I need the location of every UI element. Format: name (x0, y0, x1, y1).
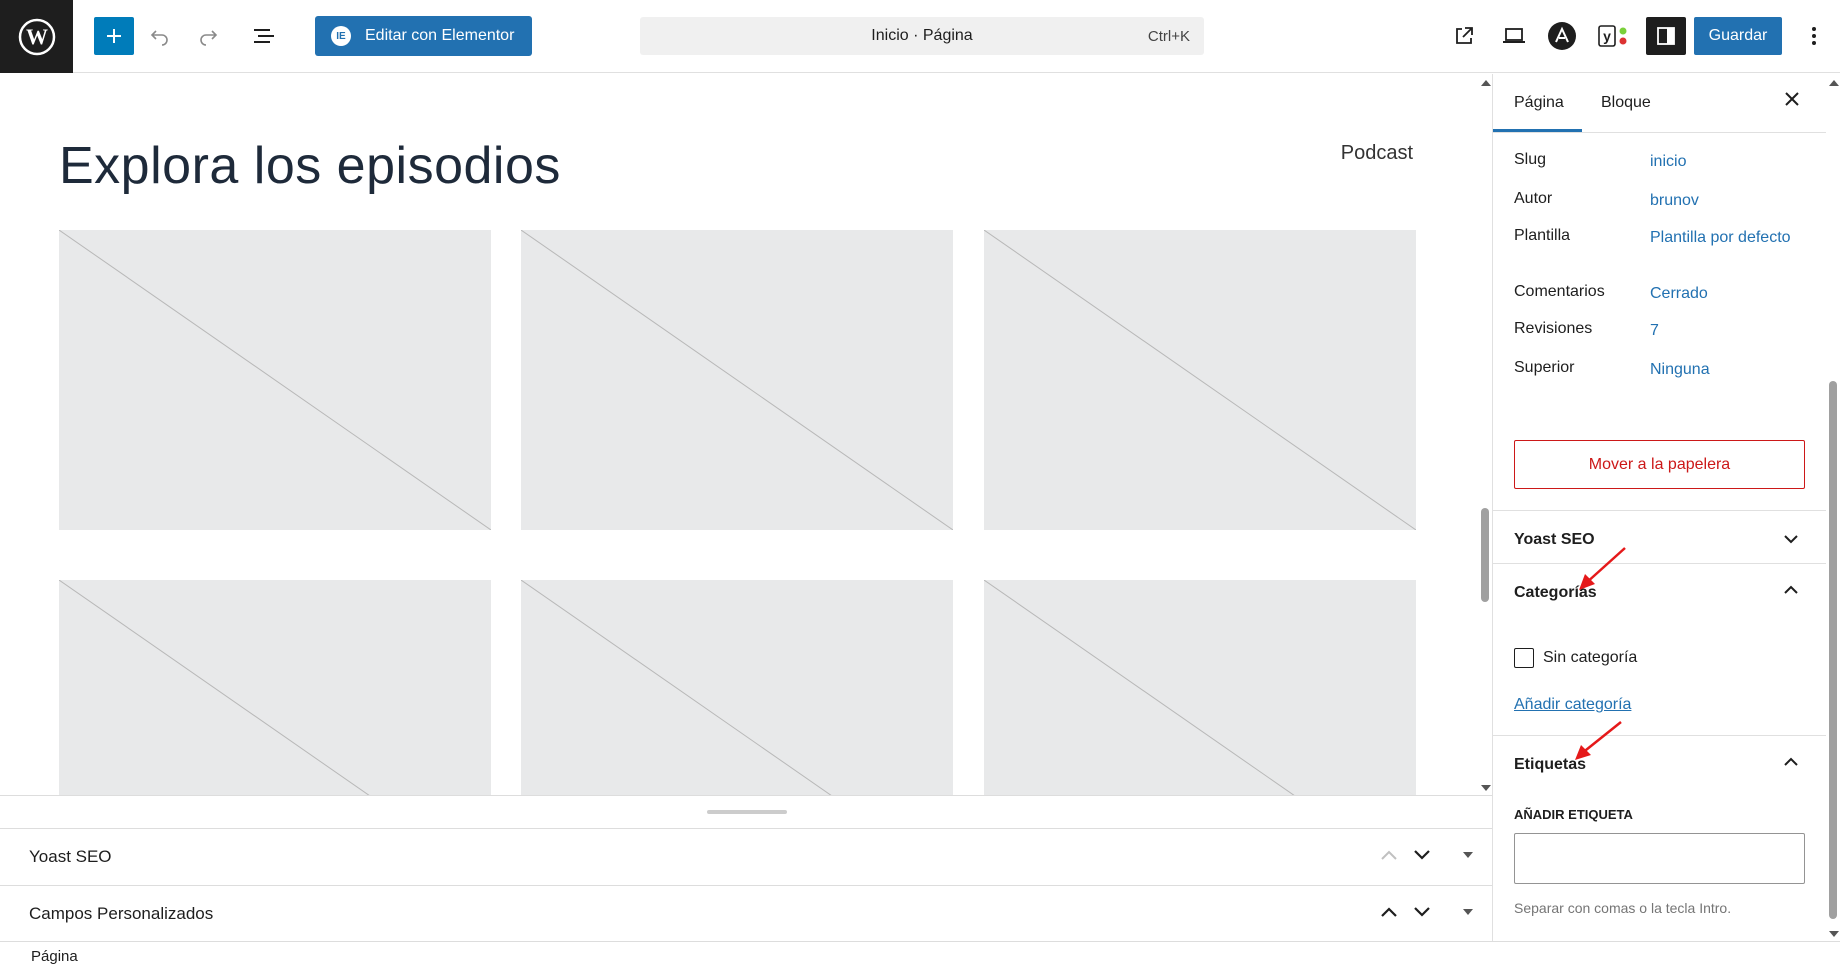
tab-page[interactable]: Página (1514, 94, 1564, 112)
move-to-trash-button[interactable]: Mover a la papelera (1514, 440, 1805, 489)
tags-panel-header[interactable]: Etiquetas (1493, 735, 1826, 788)
options-menu-button[interactable] (1794, 17, 1834, 55)
scroll-down-arrow-icon[interactable] (1829, 931, 1839, 937)
svg-text:W: W (26, 24, 48, 49)
redo-button[interactable] (188, 17, 228, 55)
more-vertical-icon (1812, 27, 1816, 45)
image-placeholder[interactable] (59, 230, 491, 530)
page-heading[interactable]: Explora los episodios (59, 136, 561, 196)
wordpress-logo-icon[interactable]: W (0, 0, 73, 73)
category-checkbox-label[interactable]: Sin categoría (1543, 649, 1637, 667)
add-tag-label: Añadir etiqueta (1514, 807, 1633, 822)
view-page-button[interactable] (1444, 17, 1484, 55)
chevron-up-icon (1784, 585, 1798, 594)
author-value-link[interactable]: brunov (1650, 190, 1800, 212)
annotation-arrow-icon (1575, 721, 1622, 760)
meta-box-title: Campos Personalizados (29, 904, 214, 923)
editor-canvas[interactable]: Explora los episodios Podcast (0, 74, 1478, 795)
settings-sidebar: Página Bloque Slug inicio Autor brunov P… (1492, 74, 1826, 941)
toggle-panel-icon[interactable] (1462, 851, 1474, 859)
add-block-button[interactable] (94, 17, 134, 55)
command-palette-bar[interactable]: Inicio · Página Ctrl+K (640, 17, 1204, 55)
canvas-scrollbar-thumb[interactable] (1481, 508, 1489, 602)
list-view-icon (254, 29, 274, 43)
move-up-icon[interactable] (1380, 906, 1398, 918)
nav-link-podcast[interactable]: Podcast (1341, 142, 1413, 165)
annotation-arrow-icon (1579, 547, 1626, 590)
active-tab-indicator (1493, 129, 1582, 132)
plus-icon (107, 29, 121, 43)
editor-footer: Página (0, 941, 1840, 968)
slug-value-link[interactable]: inicio (1650, 151, 1800, 173)
sidebar-icon (1657, 27, 1675, 45)
move-down-icon[interactable] (1413, 849, 1431, 861)
astra-settings-button[interactable] (1542, 17, 1582, 55)
edit-with-elementor-button[interactable]: IE Editar con Elementor (315, 16, 532, 56)
tab-block[interactable]: Bloque (1601, 94, 1651, 112)
scroll-down-arrow-icon[interactable] (1481, 785, 1491, 791)
toggle-panel-icon[interactable] (1462, 908, 1474, 916)
summary-label: Autor (1514, 190, 1553, 207)
meta-box-yoast-seo[interactable]: Yoast SEO (0, 828, 1492, 884)
move-up-icon[interactable] (1380, 849, 1398, 861)
summary-label: Slug (1514, 151, 1547, 168)
undo-icon (150, 30, 168, 46)
sidebar-tabs: Página Bloque (1493, 74, 1826, 133)
elementor-icon: IE (331, 26, 351, 46)
yoast-seo-button[interactable]: y (1594, 17, 1634, 55)
command-shortcut: Ctrl+K (1147, 28, 1190, 45)
scroll-up-arrow-icon[interactable] (1481, 80, 1491, 86)
tag-help-text: Separar con comas o la tecla Intro. (1514, 900, 1732, 916)
document-title: Inicio · Página (871, 27, 973, 44)
move-down-icon[interactable] (1413, 906, 1431, 918)
settings-sidebar-toggle[interactable] (1646, 17, 1686, 55)
comments-value-link[interactable]: Cerrado (1650, 283, 1800, 305)
categories-panel-header[interactable]: Categorías (1493, 563, 1826, 616)
laptop-icon (1503, 28, 1525, 43)
summary-label: Revisiones (1514, 320, 1593, 337)
image-placeholder[interactable] (984, 230, 1416, 530)
image-placeholder[interactable] (521, 580, 953, 795)
meta-box-title: Yoast SEO (29, 847, 112, 866)
meta-box-custom-fields[interactable]: Campos Personalizados (0, 885, 1492, 941)
external-link-icon (1456, 27, 1473, 44)
image-placeholder[interactable] (59, 580, 491, 795)
save-button[interactable]: Guardar (1694, 17, 1782, 55)
chevron-down-icon (1784, 535, 1798, 544)
add-category-link[interactable]: Añadir categoría (1514, 696, 1631, 714)
sidebar-scrollbar[interactable] (1826, 74, 1840, 941)
template-value-link[interactable]: Plantilla por defecto (1650, 227, 1800, 249)
block-breadcrumb[interactable]: Página (31, 948, 78, 965)
redo-icon (200, 30, 218, 46)
close-icon[interactable] (1783, 90, 1801, 108)
yoast-logo-icon: y (1598, 25, 1627, 47)
revisions-value-link[interactable]: 7 (1650, 320, 1800, 342)
meta-resize-handle[interactable] (707, 810, 787, 814)
undo-button[interactable] (140, 17, 180, 55)
elementor-button-label: Editar con Elementor (365, 27, 515, 44)
chevron-up-icon (1784, 757, 1798, 766)
scroll-up-arrow-icon[interactable] (1829, 80, 1839, 86)
meta-boxes-area: Yoast SEO Campos Personalizados (0, 795, 1492, 941)
image-placeholder[interactable] (521, 230, 953, 530)
image-placeholder[interactable] (984, 580, 1416, 795)
yoast-seo-panel-header[interactable]: Yoast SEO (1493, 510, 1826, 563)
parent-value-link[interactable]: Ninguna (1650, 359, 1800, 381)
canvas-scrollbar[interactable] (1478, 74, 1492, 795)
summary-label: Plantilla (1514, 227, 1571, 244)
editor-header: W IE Editar con Elementor Inicio · Págin… (0, 0, 1840, 73)
astra-logo-icon (1548, 22, 1576, 50)
summary-label: Comentarios (1514, 283, 1605, 300)
preview-device-button[interactable] (1494, 17, 1534, 55)
svg-text:y: y (1603, 28, 1611, 44)
summary-label: Superior (1514, 359, 1575, 376)
category-checkbox[interactable] (1514, 648, 1534, 668)
add-tag-input[interactable] (1514, 833, 1805, 884)
sidebar-scrollbar-thumb[interactable] (1829, 381, 1837, 919)
document-overview-button[interactable] (244, 17, 284, 55)
